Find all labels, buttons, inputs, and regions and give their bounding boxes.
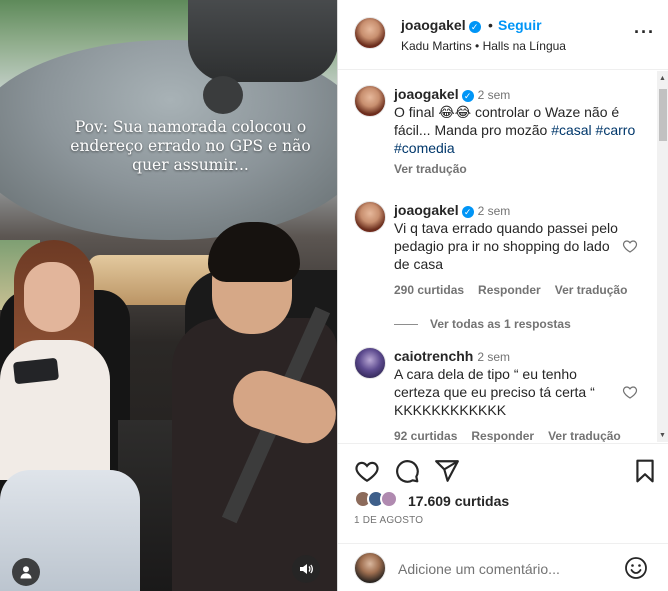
hashtag-link[interactable]: #casal [551,122,591,138]
view-replies-label[interactable]: Ver todas as 1 respostas [430,317,571,331]
caption-header: joaogakel ✓ 2 sem [394,85,639,104]
caption-username[interactable]: joaogakel [394,86,459,102]
share-paper-plane-icon[interactable] [434,458,460,484]
current-user-avatar [354,552,386,584]
speaker-icon [300,564,313,574]
comment-time[interactable]: 2 sem [478,204,511,218]
passenger-face [24,262,80,332]
audio-toggle-button[interactable] [292,555,320,583]
more-options-icon[interactable]: ··· [634,22,655,43]
comment-input[interactable] [398,559,613,579]
header-separator: • [488,17,493,33]
comments-list[interactable]: joaogakel ✓ 2 sem O final 😂😂 controlar o W… [338,71,668,442]
reply-button[interactable]: Responder [478,283,541,297]
comment-text: Vi q tava errado quando passei pelo peda… [394,220,618,272]
post-header: joaogakel ✓ • Seguir Kadu Martins • Halls… [338,0,668,70]
video-caption: Pov: Sua namorada colocou o endereço err… [70,118,311,174]
post-actions: 17.609 curtidas 1 DE AGOSTO [338,443,668,543]
caption-text: O final 😂😂 controlar o Waze não é fácil.… [394,103,639,157]
translate-link[interactable]: Ver tradução [394,162,467,176]
verified-badge-icon: ✓ [461,90,474,102]
commenter-avatar[interactable] [354,347,386,379]
mirror-mount [203,76,243,114]
post-sidebar: joaogakel ✓ • Seguir Kadu Martins • Halls… [337,0,668,591]
scroll-thumb[interactable] [659,89,667,141]
save-bookmark-icon[interactable] [632,458,658,484]
translate-link[interactable]: Ver tradução [555,283,628,297]
replies-divider [394,324,418,326]
caption-author-avatar[interactable] [354,85,386,117]
comment-text: A cara dela de tipo “ eu tenho certeza q… [394,366,595,418]
follow-button[interactable]: Seguir [498,17,542,33]
verified-badge-icon: ✓ [468,21,481,33]
reply-button[interactable]: Responder [471,429,534,442]
audio-subtitle[interactable]: Kadu Martins • Halls na Língua [401,39,566,53]
comment-time[interactable]: 2 sem [477,350,510,364]
rearview-mirror [188,0,337,82]
post-date[interactable]: 1 DE AGOSTO [354,515,423,526]
comment-username[interactable]: caiotrenchh [394,348,473,364]
caption-time[interactable]: 2 sem [478,88,511,102]
comment-header: caiotrenchh 2 sem [394,347,639,366]
commenter-avatar[interactable] [354,201,386,233]
comment-likes[interactable]: 92 curtidas [394,429,457,442]
comment-bubble-icon[interactable] [394,458,420,484]
comment-meta: 290 curtidas Responder Ver tradução [394,283,641,297]
phone-in-hand [12,357,60,385]
caption-meta: Ver tradução [394,162,481,176]
comments-scrollbar[interactable]: ▲ ▼ [657,71,668,442]
translate-link[interactable]: Ver tradução [548,429,621,442]
driver-hair [208,222,300,282]
view-replies-button[interactable]: Ver todas as 1 respostas [394,317,571,331]
verified-badge-icon: ✓ [461,206,474,218]
like-comment-heart-icon[interactable] [622,238,638,254]
scroll-up-arrow-icon[interactable]: ▲ [659,75,666,82]
comment-composer [338,543,668,591]
comment-username[interactable]: joaogakel [394,202,459,218]
author-avatar[interactable] [354,17,386,49]
likes-count[interactable]: 17.609 curtidas [408,493,509,509]
like-heart-icon[interactable] [354,458,380,484]
emoji-icon[interactable] [624,556,648,580]
comment-meta: 92 curtidas Responder Ver tradução [394,429,635,442]
author-username-row[interactable]: joaogakel ✓ [401,17,481,33]
author-username[interactable]: joaogakel [401,17,466,33]
hashtag-link[interactable]: #comedia [394,140,455,156]
post-video[interactable]: Pov: Sua namorada colocou o endereço err… [0,0,337,591]
tagged-users-button[interactable] [12,558,40,586]
user-icon [20,566,32,579]
comment-header: joaogakel ✓ 2 sem [394,201,639,220]
like-comment-heart-icon[interactable] [622,384,638,400]
hashtag-link[interactable]: #carro [596,122,636,138]
comment-likes[interactable]: 290 curtidas [394,283,464,297]
scroll-down-arrow-icon[interactable]: ▼ [659,432,666,439]
liker-avatar [380,490,398,508]
